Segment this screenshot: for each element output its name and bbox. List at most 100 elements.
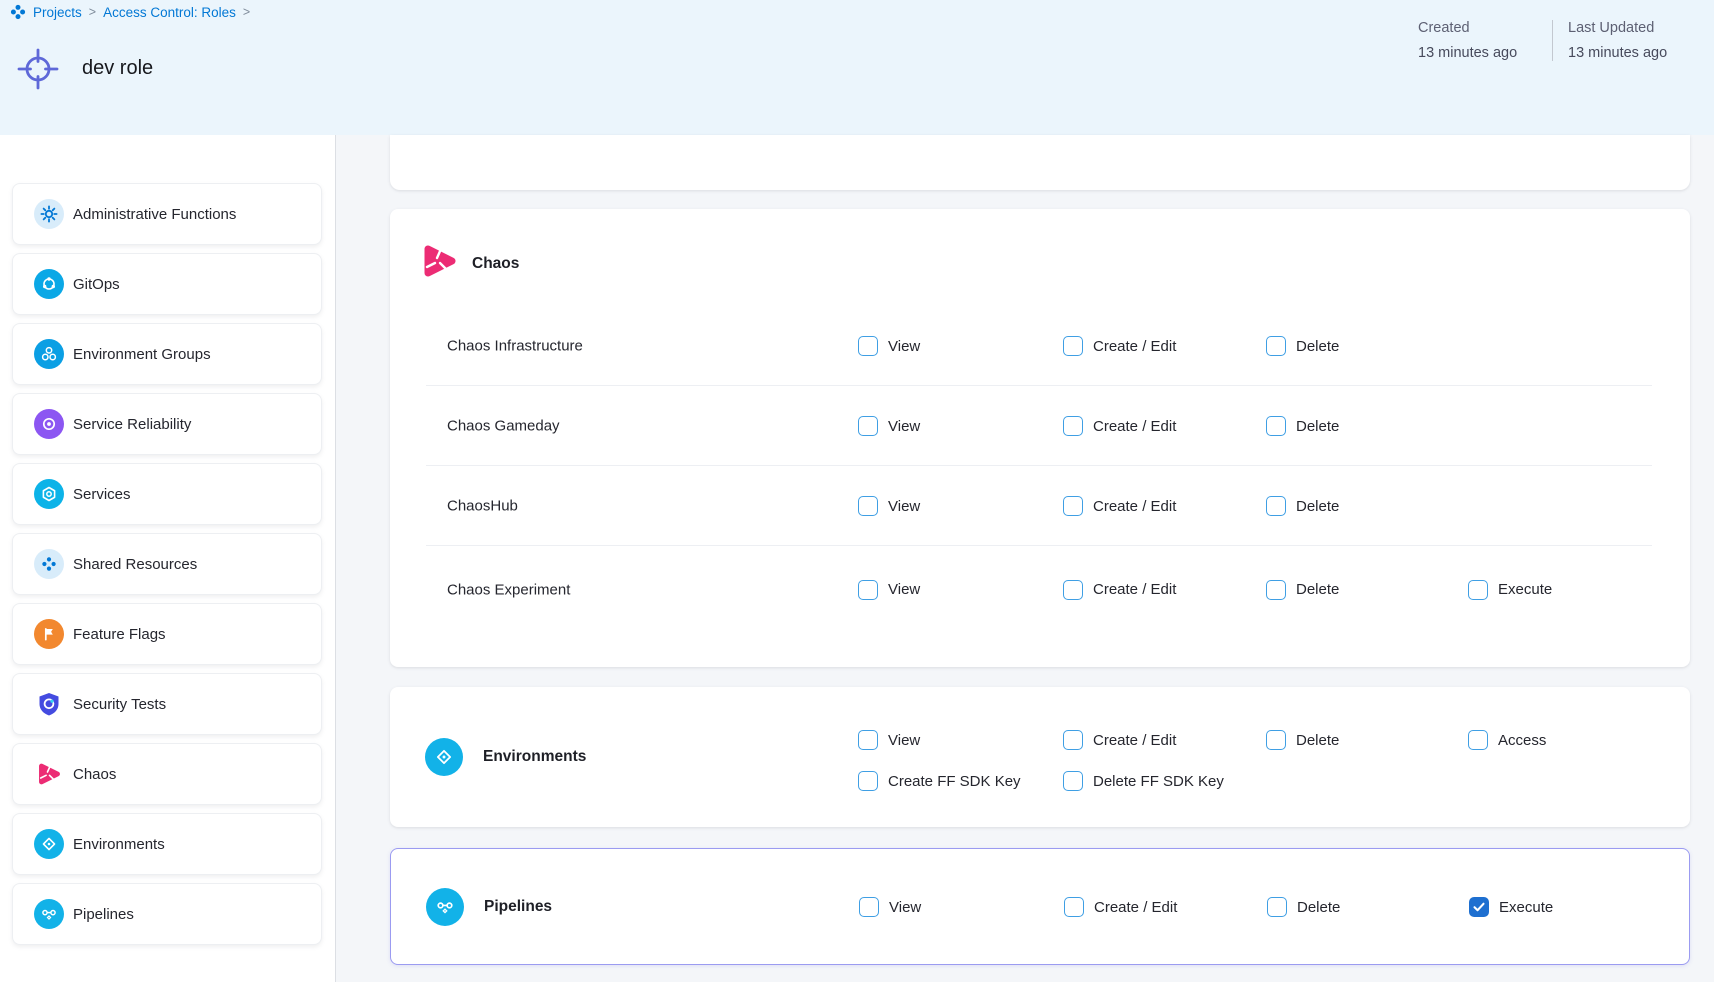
- sidebar-item-environment-groups[interactable]: Environment Groups: [12, 323, 322, 385]
- permission-execute[interactable]: Execute: [1469, 897, 1553, 917]
- permission-label: Delete: [1296, 418, 1339, 435]
- sidebar-item-security-tests[interactable]: Security Tests: [12, 673, 322, 735]
- permission-label: View: [888, 581, 920, 598]
- sidebar-item-label: Services: [73, 486, 131, 503]
- checkbox-create-edit[interactable]: [1063, 416, 1083, 436]
- checkbox-view[interactable]: [858, 580, 878, 600]
- checkbox-delete[interactable]: [1266, 730, 1286, 750]
- permission-delete-ff-sdk-key[interactable]: Delete FF SDK Key: [1063, 771, 1224, 791]
- checkbox-create-edit[interactable]: [1063, 336, 1083, 356]
- chaos-icon: [34, 759, 64, 789]
- page-title: dev role: [82, 57, 153, 80]
- permission-delete[interactable]: Delete: [1266, 496, 1339, 516]
- checkbox-create-ff-sdk-key[interactable]: [858, 771, 878, 791]
- created-label: Created: [1418, 20, 1536, 36]
- page-header: Projects > Access Control: Roles > dev r…: [0, 0, 1714, 135]
- last-updated-block: Last Updated 13 minutes ago: [1552, 20, 1714, 61]
- permission-create-edit[interactable]: Create / Edit: [1064, 897, 1177, 917]
- checkbox-delete-ff-sdk-key[interactable]: [1063, 771, 1083, 791]
- breadcrumb-separator: >: [89, 5, 96, 19]
- resource-label: ChaosHub: [447, 498, 518, 515]
- permission-label: Access: [1498, 732, 1546, 749]
- permission-create-edit[interactable]: Create / Edit: [1063, 336, 1176, 356]
- checkbox-view[interactable]: [858, 730, 878, 750]
- checkbox-view[interactable]: [859, 897, 879, 917]
- permission-view[interactable]: View: [858, 580, 920, 600]
- breadcrumb-separator: >: [243, 5, 250, 19]
- sidebar-item-environments[interactable]: Environments: [12, 813, 322, 875]
- environments-icon: [34, 829, 64, 859]
- permission-create-edit[interactable]: Create / Edit: [1063, 730, 1176, 750]
- breadcrumb-link-access-control-roles[interactable]: Access Control: Roles: [103, 5, 236, 20]
- permission-create-edit[interactable]: Create / Edit: [1063, 580, 1176, 600]
- permission-rows: Chaos Infrastructure View Create / Edit …: [390, 306, 1690, 633]
- admin-gear-icon: [34, 199, 64, 229]
- permission-delete[interactable]: Delete: [1266, 416, 1339, 436]
- sidebar-item-pipelines[interactable]: Pipelines: [12, 883, 322, 945]
- permission-create-ff-sdk-key[interactable]: Create FF SDK Key: [858, 771, 1021, 791]
- checkbox-execute[interactable]: [1468, 580, 1488, 600]
- sidebar-item-administrative-functions[interactable]: Administrative Functions: [12, 183, 322, 245]
- resource-label: Chaos Experiment: [447, 581, 570, 598]
- checkbox-delete[interactable]: [1267, 897, 1287, 917]
- permission-label: Delete: [1297, 899, 1340, 916]
- checkbox-create-edit[interactable]: [1063, 730, 1083, 750]
- permission-create-edit[interactable]: Create / Edit: [1063, 416, 1176, 436]
- sidebar-item-label: Feature Flags: [73, 626, 166, 643]
- checkbox-create-edit[interactable]: [1063, 496, 1083, 516]
- checkbox-delete[interactable]: [1266, 580, 1286, 600]
- checkbox-view[interactable]: [858, 416, 878, 436]
- feature-flags-icon: [34, 619, 64, 649]
- permission-row-chaos-gameday: Chaos Gameday View Create / Edit Delete: [390, 386, 1690, 466]
- last-updated-label: Last Updated: [1568, 20, 1714, 36]
- last-updated-value: 13 minutes ago: [1568, 45, 1714, 61]
- permission-delete[interactable]: Delete: [1266, 730, 1339, 750]
- sidebar-item-label: Environment Groups: [73, 346, 211, 363]
- permission-access[interactable]: Access: [1468, 730, 1546, 750]
- checkbox-execute[interactable]: [1469, 897, 1489, 917]
- permission-line: Create FF SDK Key Delete FF SDK Key: [390, 761, 1690, 801]
- permission-execute[interactable]: Execute: [1468, 580, 1552, 600]
- permission-row-chaoshub: ChaosHub View Create / Edit Delete: [390, 466, 1690, 546]
- breadcrumb-link-projects[interactable]: Projects: [33, 5, 82, 20]
- permission-label: View: [888, 418, 920, 435]
- checkbox-create-edit[interactable]: [1063, 580, 1083, 600]
- permission-view[interactable]: View: [858, 416, 920, 436]
- breadcrumb: Projects > Access Control: Roles >: [10, 4, 250, 20]
- permission-label: View: [889, 899, 921, 916]
- permission-view[interactable]: View: [859, 897, 921, 917]
- permission-view[interactable]: View: [858, 730, 920, 750]
- checkbox-view[interactable]: [858, 496, 878, 516]
- security-tests-icon: [34, 689, 64, 719]
- sidebar-item-gitops[interactable]: GitOps: [12, 253, 322, 315]
- permission-label: View: [888, 498, 920, 515]
- sidebar-item-shared-resources[interactable]: Shared Resources: [12, 533, 322, 595]
- section-card-environments[interactable]: Environments View Create / Edit Delete A…: [390, 687, 1690, 827]
- permission-view[interactable]: View: [858, 496, 920, 516]
- permission-line: View Create / Edit Delete Access: [390, 720, 1690, 760]
- permission-delete[interactable]: Delete: [1266, 580, 1339, 600]
- permission-label: Delete: [1296, 581, 1339, 598]
- checkbox-view[interactable]: [858, 336, 878, 356]
- section-card-chaos: Chaos Chaos Infrastructure View Create /…: [390, 209, 1690, 667]
- pipelines-icon: [34, 899, 64, 929]
- service-reliability-icon: [34, 409, 64, 439]
- checkbox-access[interactable]: [1468, 730, 1488, 750]
- created-block: Created 13 minutes ago: [1418, 20, 1552, 61]
- section-card-pipelines[interactable]: Pipelines View Create / Edit Delete Exec…: [390, 848, 1690, 965]
- checkbox-delete[interactable]: [1266, 416, 1286, 436]
- permission-delete[interactable]: Delete: [1267, 897, 1340, 917]
- section-title: Chaos: [472, 255, 519, 273]
- sidebar-item-service-reliability[interactable]: Service Reliability: [12, 393, 322, 455]
- sidebar-item-chaos[interactable]: Chaos: [12, 743, 322, 805]
- checkbox-delete[interactable]: [1266, 336, 1286, 356]
- permission-delete[interactable]: Delete: [1266, 336, 1339, 356]
- permission-label: Delete: [1296, 732, 1339, 749]
- checkbox-create-edit[interactable]: [1064, 897, 1084, 917]
- permission-view[interactable]: View: [858, 336, 920, 356]
- permission-label: View: [888, 338, 920, 355]
- sidebar-item-feature-flags[interactable]: Feature Flags: [12, 603, 322, 665]
- sidebar-item-services[interactable]: Services: [12, 463, 322, 525]
- permission-create-edit[interactable]: Create / Edit: [1063, 496, 1176, 516]
- checkbox-delete[interactable]: [1266, 496, 1286, 516]
